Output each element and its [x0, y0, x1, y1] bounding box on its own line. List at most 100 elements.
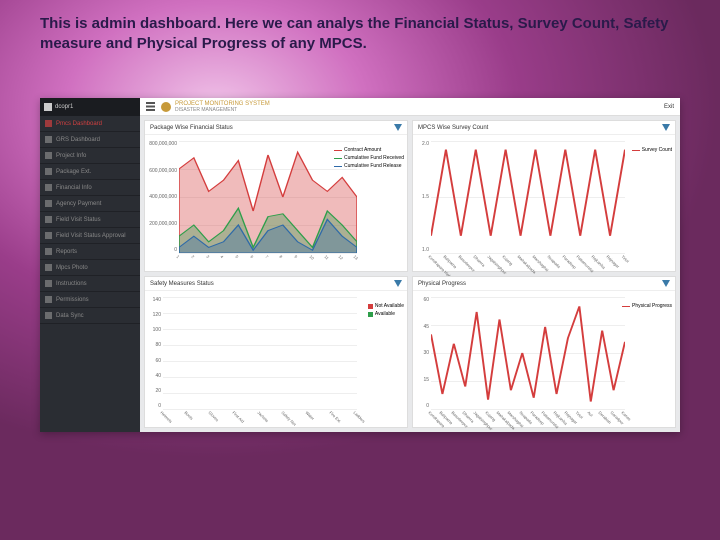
legend-label: Cumulative Fund Release: [344, 163, 402, 170]
axis-tick: Fire Ext.: [321, 410, 333, 422]
legend-item: Not Available: [368, 303, 404, 310]
sidebar-header: dcopr1: [40, 98, 140, 116]
sidebar-item-label: Package Ext.: [56, 169, 91, 175]
sidebar-item-instructions[interactable]: Instructions: [40, 276, 140, 292]
legend-swatch: [334, 150, 342, 151]
sidebar-item-label: Financial Info: [56, 185, 92, 191]
legend-swatch: [368, 312, 373, 317]
legend-item: Contract Amount: [334, 147, 404, 154]
legend-item: Cumulative Fund Received: [334, 155, 404, 162]
legend-swatch: [334, 166, 342, 167]
menu-icon[interactable]: [146, 102, 155, 111]
axis-tick: 11: [315, 254, 327, 266]
sidebar: dcopr1 Pmcs DashboardGRS Dashboard Projec…: [40, 98, 140, 432]
sidebar-item-label: Field Visit Status Approval: [56, 233, 126, 239]
card-title: Physical Progress: [418, 281, 466, 287]
sidebar-item-label: Mpcs Photo: [56, 265, 88, 271]
axis-tick: 1.0: [422, 247, 429, 253]
topbar: PROJECT MONITORING SYSTEM DISASTER MANAG…: [140, 98, 680, 116]
axis-tick: 4: [212, 254, 224, 266]
chart-icon: [45, 312, 52, 319]
sidebar-item-data-sync[interactable]: Data Sync: [40, 308, 140, 324]
axis-tick: 80: [155, 342, 161, 348]
axis-tick: Boots: [176, 410, 188, 422]
sidebar-item-financial-info[interactable]: Financial Info: [40, 180, 140, 196]
filter-icon[interactable]: [662, 280, 670, 287]
axis-tick: 2: [182, 254, 194, 266]
axis-tick: 0: [174, 247, 177, 253]
legend-swatch: [368, 304, 373, 309]
axis-tick: 1.5: [422, 194, 429, 200]
axis-tick: Kendrapara High: [420, 254, 432, 266]
main-area: PROJECT MONITORING SYSTEM DISASTER MANAG…: [140, 98, 680, 432]
axis-tick: Ladders: [345, 410, 357, 422]
filter-icon[interactable]: [662, 124, 670, 131]
sidebar-item-field-visit-status[interactable]: Field Visit Status: [40, 212, 140, 228]
axis-tick: 10: [300, 254, 312, 266]
report-icon: [45, 248, 52, 255]
instruction-icon: [45, 280, 52, 287]
axis-tick: 12: [330, 254, 342, 266]
axis-tick: 8: [271, 254, 283, 266]
axis-tick: 13: [345, 254, 357, 266]
sidebar-item-reports[interactable]: Reports: [40, 244, 140, 260]
legend-item: Available: [368, 311, 404, 318]
package-icon: [45, 168, 52, 175]
axis-tick: 6: [241, 254, 253, 266]
sidebar-item-pmcs-dashboard[interactable]: Pmcs Dashboard: [40, 116, 140, 132]
currency-icon: [45, 184, 52, 191]
sidebar-item-label: Project Info: [56, 153, 86, 159]
sidebar-item-label: Permissions: [56, 297, 89, 303]
card-survey-count: MPCS Wise Survey Count 2.01.51.0 Kendrap…: [412, 120, 676, 272]
slide-caption: This is admin dashboard. Here we can ana…: [40, 14, 680, 55]
dashboard-screenshot: dcopr1 Pmcs DashboardGRS Dashboard Projec…: [40, 98, 680, 432]
check-icon: [45, 232, 52, 239]
axis-tick: Water: [296, 410, 308, 422]
axis-tick: First Aid: [224, 410, 236, 422]
sidebar-item-field-visit-status-approval[interactable]: Field Visit Status Approval: [40, 228, 140, 244]
exit-button[interactable]: Exit: [664, 104, 674, 110]
legend-item: Physical Progress: [622, 303, 672, 310]
card-title: Safety Measures Status: [150, 281, 214, 287]
lock-icon: [45, 296, 52, 303]
card-title: MPCS Wise Survey Count: [418, 125, 488, 131]
axis-tick: 9: [286, 254, 298, 266]
axis-tick: 60: [423, 297, 429, 303]
card-safety-measures: Safety Measures Status 14012010080604020…: [144, 276, 408, 428]
axis-tick: 20: [155, 388, 161, 394]
brand-title: PROJECT MONITORING SYSTEM: [175, 101, 270, 107]
brand-text: PROJECT MONITORING SYSTEM DISASTER MANAG…: [175, 101, 270, 113]
sidebar-item-mpcs-photo[interactable]: Mpcs Photo: [40, 260, 140, 276]
legend-label: Available: [375, 311, 395, 318]
axis-tick: Safety Net: [272, 410, 284, 422]
filter-icon[interactable]: [394, 280, 402, 287]
home-icon: [44, 103, 52, 111]
axis-tick: 5: [227, 254, 239, 266]
chart-grid: Package Wise Financial Status 800,000,00…: [140, 116, 680, 432]
axis-tick: 400,000,000: [149, 194, 177, 200]
sidebar-item-label: Instructions: [56, 281, 87, 287]
sidebar-item-grs-dashboard[interactable]: GRS Dashboard: [40, 132, 140, 148]
card-financial-status: Package Wise Financial Status 800,000,00…: [144, 120, 408, 272]
card-physical-progress: Physical Progress 604530150 KendraparaBa…: [412, 276, 676, 428]
camera-icon: [45, 264, 52, 271]
sidebar-item-permissions[interactable]: Permissions: [40, 292, 140, 308]
axis-tick: 15: [423, 377, 429, 383]
axis-tick: 0: [158, 403, 161, 409]
sidebar-item-agency-payment[interactable]: Agency Payment: [40, 196, 140, 212]
sidebar-item-package-ext-[interactable]: Package Ext.: [40, 164, 140, 180]
axis-tick: 60: [155, 358, 161, 364]
legend-item: Cumulative Fund Release: [334, 163, 404, 170]
axis-tick: 40: [155, 373, 161, 379]
axis-tick: 3: [197, 254, 209, 266]
legend-label: Contract Amount: [344, 147, 381, 154]
legend-label: Physical Progress: [632, 303, 672, 310]
sidebar-item-label: Field Visit Status: [56, 217, 101, 223]
legend-label: Not Available: [375, 303, 404, 310]
filter-icon[interactable]: [394, 124, 402, 131]
axis-tick: Jackets: [248, 410, 260, 422]
axis-tick: 0: [426, 403, 429, 409]
sidebar-item-project-info[interactable]: Project Info: [40, 148, 140, 164]
legend-swatch: [622, 306, 630, 307]
axis-tick: 30: [423, 350, 429, 356]
